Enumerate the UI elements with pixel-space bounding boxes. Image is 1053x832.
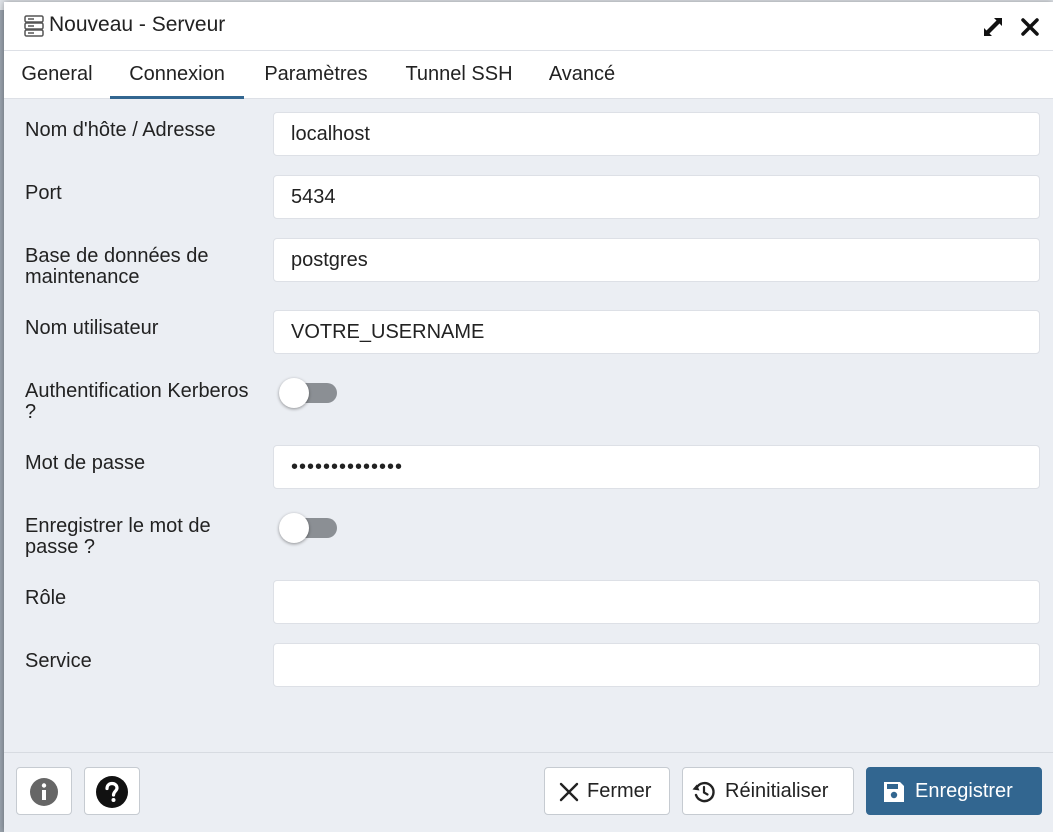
tab-bar: General Connexion Paramètres Tunnel SSH … bbox=[4, 51, 1053, 99]
host-input[interactable]: localhost bbox=[273, 112, 1040, 156]
close-button-label: Fermer bbox=[587, 780, 652, 802]
kerberos-toggle-knob bbox=[279, 378, 309, 408]
info-icon bbox=[30, 778, 58, 806]
tab-connexion[interactable]: Connexion bbox=[110, 51, 244, 99]
server-dialog: Nouveau - Serveur General Connexion Para… bbox=[4, 2, 1053, 832]
maintenance-db-label: Base de données de maintenance bbox=[25, 245, 209, 288]
reset-icon bbox=[692, 781, 715, 803]
tab-avance[interactable]: Avancé bbox=[544, 51, 620, 98]
tab-general[interactable]: General bbox=[19, 51, 95, 98]
dialog-titlebar: Nouveau - Serveur bbox=[4, 2, 1053, 51]
port-input[interactable]: 5434 bbox=[273, 175, 1040, 219]
close-x-icon bbox=[559, 782, 579, 802]
close-icon[interactable] bbox=[1019, 16, 1041, 38]
username-input[interactable]: VOTRE_USERNAME bbox=[273, 310, 1040, 354]
kerberos-label: Authentification Kerberos ? bbox=[25, 380, 249, 423]
tab-parametres[interactable]: Paramètres bbox=[257, 51, 375, 98]
help-icon bbox=[96, 776, 128, 808]
service-label: Service bbox=[25, 650, 92, 672]
save-button[interactable]: Enregistrer bbox=[866, 767, 1042, 815]
role-label: Rôle bbox=[25, 587, 67, 609]
host-label: Nom d'hôte / Adresse bbox=[25, 119, 216, 141]
dialog-footer: Fermer Réinitialiser Enregistrer bbox=[4, 752, 1053, 832]
maintenance-db-input[interactable]: postgres bbox=[273, 238, 1040, 282]
save-password-toggle-knob bbox=[279, 513, 309, 543]
port-label: Port bbox=[25, 182, 62, 204]
password-label: Mot de passe bbox=[25, 452, 146, 474]
save-button-label: Enregistrer bbox=[915, 780, 1013, 802]
dialog-title: Nouveau - Serveur bbox=[49, 13, 226, 36]
reset-button[interactable]: Réinitialiser bbox=[682, 767, 854, 815]
kerberos-toggle[interactable] bbox=[279, 378, 337, 408]
tab-tunnel-ssh[interactable]: Tunnel SSH bbox=[401, 51, 517, 98]
service-input[interactable] bbox=[273, 643, 1040, 687]
server-icon bbox=[24, 15, 44, 37]
help-button[interactable] bbox=[84, 767, 140, 815]
role-input[interactable] bbox=[273, 580, 1040, 624]
connection-form: Nom d'hôte / Adresse localhost Port 5434… bbox=[4, 99, 1053, 751]
reset-button-label: Réinitialiser bbox=[725, 780, 829, 802]
save-icon bbox=[884, 782, 904, 802]
info-button[interactable] bbox=[16, 767, 72, 815]
password-input[interactable]: •••••••••••••• bbox=[273, 445, 1040, 489]
save-password-label: Enregistrer le mot de passe ? bbox=[25, 515, 211, 558]
close-button[interactable]: Fermer bbox=[544, 767, 670, 815]
expand-icon[interactable] bbox=[982, 16, 1004, 38]
username-label: Nom utilisateur bbox=[25, 317, 159, 339]
save-password-toggle[interactable] bbox=[279, 513, 337, 543]
